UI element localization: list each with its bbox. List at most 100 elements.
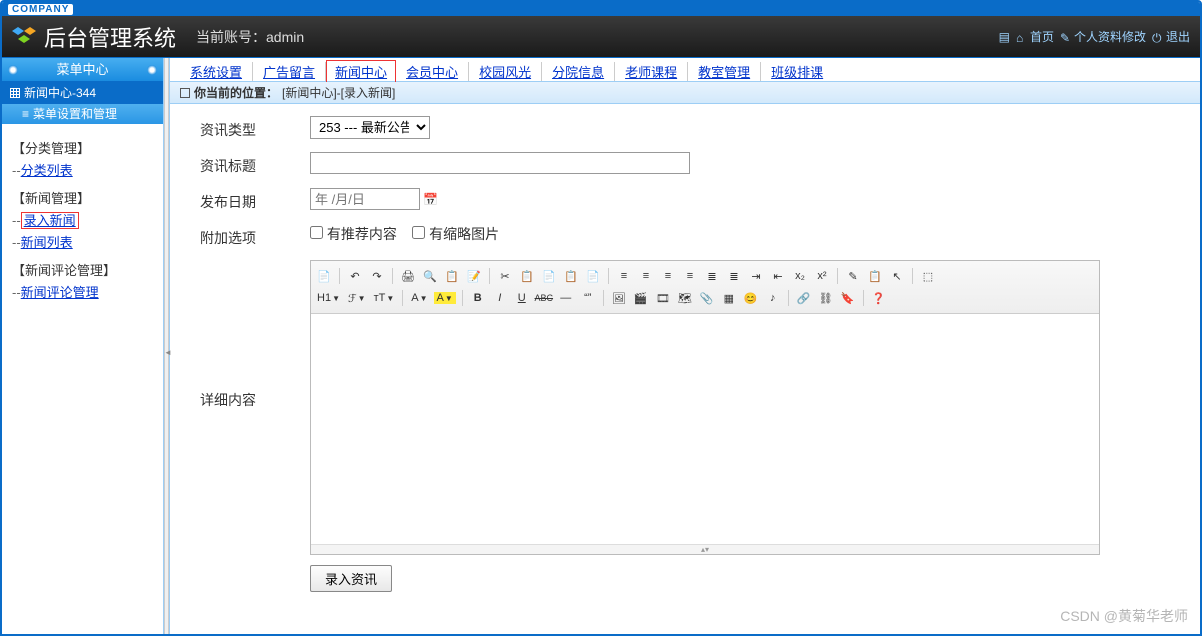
toolbar-button[interactable]: “” (579, 289, 597, 307)
tab-广告留言[interactable]: 广告留言 (253, 62, 326, 81)
sidebar-link[interactable]: 新闻列表 (21, 235, 73, 250)
type-select[interactable]: 253 --- 最新公告 (310, 116, 430, 139)
submit-button[interactable]: 录入资讯 (310, 565, 392, 592)
toolbar-button[interactable]: 🖼 (610, 289, 628, 307)
tab-教室管理[interactable]: 教室管理 (688, 62, 761, 81)
calendar-icon[interactable]: 📅 (423, 193, 438, 207)
toolbar-button[interactable]: 📄 (540, 267, 558, 285)
toolbar-button[interactable]: ≡ (637, 267, 655, 285)
tabs: 系统设置广告留言新闻中心会员中心校园风光分院信息老师课程教室管理班级排课 (170, 58, 1200, 82)
opt-recommend-checkbox[interactable] (310, 226, 323, 239)
label-content: 详细内容 (200, 260, 310, 410)
date-input[interactable] (310, 188, 420, 210)
sidebar-link[interactable]: 分类列表 (21, 163, 73, 178)
toolbar-button[interactable]: ⛓ (817, 289, 835, 307)
toolbar-button[interactable]: ↷ (368, 267, 386, 285)
profile-icon: ✎ (1060, 31, 1072, 43)
tab-分院信息[interactable]: 分院信息 (542, 62, 615, 81)
toolbar-dropdown[interactable]: H1▼ (315, 291, 342, 305)
profile-link[interactable]: ✎个人资料修改 (1060, 28, 1146, 45)
page-icon (180, 88, 190, 98)
title-input[interactable] (310, 152, 690, 174)
tab-班级排课[interactable]: 班级排课 (761, 62, 833, 81)
toolbar-button[interactable]: x₂ (791, 267, 809, 285)
toolbar-button[interactable]: ↶ (346, 267, 364, 285)
toolbar-dropdown[interactable]: ᴛT▼ (372, 291, 397, 305)
sidebar-item: --录入新闻 (12, 210, 153, 232)
home-link[interactable]: ⌂首页 (1016, 28, 1054, 45)
sidebar-item: --分类列表 (12, 160, 153, 182)
editor-resize-handle[interactable]: ▴▾ (311, 544, 1099, 554)
tab-校园风光[interactable]: 校园风光 (469, 62, 542, 81)
toolbar-button[interactable]: ≡ (615, 267, 633, 285)
logout-link[interactable]: ⏻退出 (1152, 28, 1190, 45)
toolbar-button[interactable]: U (513, 289, 531, 307)
toolbar-button[interactable]: 📋 (562, 267, 580, 285)
vertical-splitter[interactable] (164, 58, 169, 636)
toolbar-button[interactable]: 😊 (742, 289, 760, 307)
toolbar-button[interactable]: ≣ (725, 267, 743, 285)
toolbar-button[interactable]: ≣ (703, 267, 721, 285)
grid-view-icon[interactable]: ▤ (999, 30, 1010, 44)
toolbar-dropdown[interactable]: A▼ (434, 292, 456, 304)
tab-老师课程[interactable]: 老师课程 (615, 62, 688, 81)
toolbar-button[interactable]: ⇥ (747, 267, 765, 285)
toolbar-button[interactable]: 📋 (443, 267, 461, 285)
main-area: 系统设置广告留言新闻中心会员中心校园风光分院信息老师课程教室管理班级排课 你当前… (169, 58, 1200, 636)
toolbar-button[interactable]: 🎬 (632, 289, 650, 307)
editor-body[interactable] (311, 314, 1099, 544)
breadcrumb: 你当前的位置： [新闻中心]-[录入新闻] (170, 82, 1200, 104)
toolbar-separator (402, 290, 403, 306)
opt-thumb-label[interactable]: 有缩略图片 (412, 226, 499, 242)
account-label: 当前账号：admin (196, 27, 304, 47)
toolbar-dropdown[interactable]: A▼ (409, 291, 429, 305)
toolbar-button[interactable]: 🖨 (399, 267, 417, 285)
tab-新闻中心[interactable]: 新闻中心 (326, 60, 396, 83)
toolbar-button[interactable]: ♪ (764, 289, 782, 307)
toolbar-button[interactable]: ✂ (496, 267, 514, 285)
toolbar-button[interactable]: ≡ (659, 267, 677, 285)
toolbar-button[interactable]: 📋 (866, 267, 884, 285)
sidebar-link[interactable]: 新闻评论管理 (21, 285, 99, 300)
toolbar-dropdown[interactable]: ℱ▼ (346, 291, 368, 306)
toolbar-button[interactable]: 🗺 (676, 289, 694, 307)
toolbar-button[interactable]: 🎞 (654, 289, 672, 307)
toolbar-button[interactable]: — (557, 289, 575, 307)
toolbar-separator (462, 290, 463, 306)
toolbar-separator (392, 268, 393, 284)
toolbar-separator (863, 290, 864, 306)
opt-recommend-label[interactable]: 有推荐内容 (310, 226, 397, 242)
toolbar-button[interactable]: 📄 (584, 267, 602, 285)
tab-系统设置[interactable]: 系统设置 (180, 62, 253, 81)
toolbar-button[interactable]: ✎ (844, 267, 862, 285)
toolbar-button[interactable]: 🔍 (421, 267, 439, 285)
sidebar-item: --新闻列表 (12, 232, 153, 254)
toolbar-button[interactable]: ≡ (681, 267, 699, 285)
toolbar-separator (837, 268, 838, 284)
editor-toolbar: 📄↶↷🖨🔍📋📝✂📋📄📋📄≡≡≡≡≣≣⇥⇤x₂x²✎📋↖⬚ H1▼ℱ▼ᴛT▼A▼A… (311, 261, 1099, 314)
toolbar-button[interactable]: ABC (535, 289, 553, 307)
toolbar-button[interactable]: B (469, 289, 487, 307)
menu-center-header: 菜单中心 (2, 58, 163, 82)
toolbar-button[interactable]: 🔖 (839, 289, 857, 307)
dash: -- (12, 235, 21, 250)
toolbar-button[interactable]: ⬚ (919, 267, 937, 285)
toolbar-button[interactable]: ⇤ (769, 267, 787, 285)
toolbar-button[interactable]: x² (813, 267, 831, 285)
toolbar-button[interactable]: ❓ (870, 289, 888, 307)
sidebar-subsection-title: ≡菜单设置和管理 (2, 104, 163, 124)
toolbar-button[interactable]: 🔗 (795, 289, 813, 307)
toolbar-button[interactable]: 📎 (698, 289, 716, 307)
sidebar-link[interactable]: 录入新闻 (21, 212, 79, 229)
toolbar-button[interactable]: ▦ (720, 289, 738, 307)
toolbar-button[interactable]: I (491, 289, 509, 307)
rich-editor: 📄↶↷🖨🔍📋📝✂📋📄📋📄≡≡≡≡≣≣⇥⇤x₂x²✎📋↖⬚ H1▼ℱ▼ᴛT▼A▼A… (310, 260, 1100, 555)
toolbar-button[interactable]: ↖ (888, 267, 906, 285)
breadcrumb-path: [新闻中心]-[录入新闻] (282, 82, 395, 104)
toolbar-button[interactable]: 📝 (465, 267, 483, 285)
tab-会员中心[interactable]: 会员中心 (396, 62, 469, 81)
opt-thumb-checkbox[interactable] (412, 226, 425, 239)
toolbar-button[interactable]: 📄 (315, 267, 333, 285)
toolbar-button[interactable]: 📋 (518, 267, 536, 285)
logo-icon (12, 25, 36, 49)
